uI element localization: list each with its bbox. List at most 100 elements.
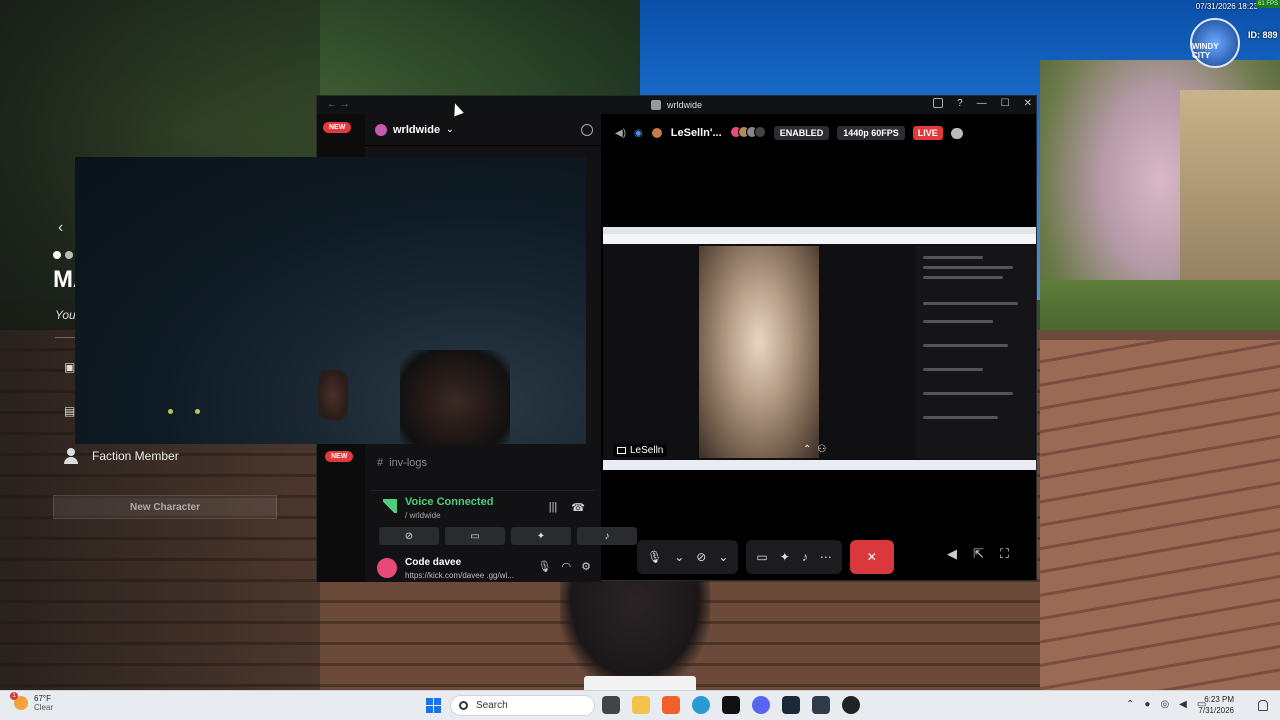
chevron-up-icon[interactable]: ⌃	[1126, 699, 1134, 710]
stream-label-text: LeSelln	[630, 445, 664, 456]
soundboard-button[interactable]: ♪	[577, 527, 637, 545]
brave-icon[interactable]	[662, 696, 680, 714]
clock-date: 7/31/2026	[1198, 706, 1234, 715]
search-placeholder: Search	[476, 700, 508, 711]
server-icon	[375, 123, 387, 136]
search-input[interactable]: Search	[450, 695, 595, 716]
screen-share-button[interactable]: ▭	[445, 527, 505, 545]
globe-icon[interactable]: ◉	[634, 128, 643, 139]
more-icon[interactable]: ⋯	[820, 550, 832, 564]
server-header[interactable]: wrldwide ⌄	[365, 114, 601, 146]
clock-time: 6:23 PM	[1204, 695, 1234, 704]
person-icon	[64, 448, 78, 464]
voice-channel[interactable]: / wrldwide	[405, 511, 441, 520]
add-member-icon[interactable]	[581, 124, 593, 136]
stream-video[interactable]: LeSelln ⌃ ⚇	[603, 227, 1036, 470]
chat-icon[interactable]	[950, 127, 963, 139]
channel-item[interactable]: # inv-logs	[377, 457, 427, 469]
steam-icon[interactable]	[782, 696, 800, 714]
activities-button[interactable]: ✦	[511, 527, 571, 545]
inbox-icon[interactable]	[933, 98, 944, 108]
avatar[interactable]	[377, 558, 397, 578]
noise-suppression-icon[interactable]: |||	[549, 501, 558, 514]
close-icon[interactable]: ✕	[1024, 98, 1032, 109]
weather-widget[interactable]: 1 67°F Clear	[10, 692, 54, 712]
network-icon[interactable]: ◎	[1160, 699, 1169, 710]
viewer-avatars	[729, 125, 766, 141]
building	[1180, 90, 1280, 310]
file-explorer-icon[interactable]	[632, 696, 650, 714]
hash-icon: #	[377, 457, 384, 469]
user-name: Code davee	[405, 557, 462, 568]
title-bar: ← → wrldwide ? — ☐ ✕	[317, 96, 1036, 114]
voice-icon[interactable]: ◀)	[615, 128, 626, 139]
end-call-button[interactable]: ✕	[849, 540, 894, 574]
terminal-icon[interactable]	[812, 696, 830, 714]
notification-bell-icon[interactable]	[1258, 700, 1268, 711]
clock[interactable]: 6:23 PM 7/31/2026	[1198, 694, 1234, 716]
signal-icon	[383, 499, 397, 513]
window-title: wrldwide	[666, 100, 702, 110]
faction-label: Faction Member	[92, 449, 179, 463]
headphones-icon[interactable]: ◠	[562, 560, 572, 573]
screen-icon	[617, 447, 626, 454]
edge-icon[interactable]	[692, 696, 710, 714]
screen-share-icon[interactable]: ▭	[756, 550, 767, 564]
browser-url-bar	[603, 234, 1036, 244]
mic-icon[interactable]: 🎙	[647, 550, 662, 564]
settings-icon[interactable]: ⚙	[581, 560, 591, 573]
mic-icon[interactable]: 🎙	[538, 560, 552, 573]
volume-icon[interactable]: ◀	[947, 546, 957, 562]
id-card-icon: ▣	[64, 360, 76, 374]
disconnect-icon[interactable]: ☎	[571, 501, 585, 514]
weather-temp: 67°F	[34, 694, 51, 703]
enabled-badge[interactable]: ENABLED	[773, 126, 830, 140]
minimize-icon[interactable]: —	[977, 98, 987, 109]
streamer-avatar	[650, 127, 663, 139]
page-dots	[53, 251, 73, 259]
browser-page	[603, 244, 1036, 460]
task-view-icon[interactable]	[602, 696, 620, 714]
volume-tray-icon[interactable]: ◀	[1179, 699, 1187, 710]
members-icon[interactable]: ⚇	[817, 444, 826, 455]
weather-badge: 1	[10, 692, 18, 700]
nav-arrows-icon[interactable]: ← →	[327, 99, 350, 110]
server-logo: WINDY CITY	[1190, 18, 1240, 68]
chevron-up-icon[interactable]: ⌃	[803, 444, 811, 455]
wooden-deck-right	[1040, 340, 1280, 690]
chevron-down-icon[interactable]: ⌄	[718, 550, 728, 564]
help-icon[interactable]: ?	[957, 98, 963, 109]
activities-icon[interactable]: ✦	[780, 550, 790, 564]
video-player	[699, 246, 819, 458]
fullscreen-icon[interactable]: ⛶	[1000, 546, 1009, 562]
camera-off-button[interactable]: ⊘	[379, 527, 439, 545]
camera-off-icon[interactable]: ⊘	[696, 550, 706, 564]
user-status: https://kick.com/davee .gg/wi...	[405, 571, 514, 580]
discord-taskbar-icon[interactable]	[752, 696, 770, 714]
mic-tray-icon[interactable]: ●	[1144, 699, 1150, 710]
search-icon	[459, 701, 468, 710]
new-badge: NEW	[323, 122, 352, 133]
discord-icon	[650, 100, 661, 110]
maximize-icon[interactable]: ☐	[1001, 98, 1010, 109]
stream-taskbar	[603, 460, 1036, 470]
start-icon[interactable]	[426, 698, 441, 713]
streamer-name[interactable]: LeSelln'...	[671, 127, 722, 139]
back-arrow-icon[interactable]: ‹	[58, 219, 63, 237]
capcut-icon[interactable]	[722, 696, 740, 714]
briefcase-icon: ▤	[64, 404, 76, 418]
chevron-down-icon[interactable]: ⌄	[674, 550, 684, 564]
fivem-icon[interactable]	[842, 696, 860, 714]
weather-desc: Clear	[34, 703, 54, 712]
popout-icon[interactable]: ⇱	[973, 546, 984, 562]
soundboard-icon[interactable]: ♪	[802, 550, 808, 564]
user-panel: Code davee https://kick.com/davee .gg/wi…	[371, 554, 595, 582]
voice-status[interactable]: Voice Connected	[405, 496, 493, 508]
taskbar-apps	[602, 696, 860, 714]
quality-badge[interactable]: 1440p 60FPS	[837, 126, 905, 140]
live-badge: LIVE	[912, 126, 943, 140]
voice-panel: Voice Connected / wrldwide ||| ☎ ⊘ ▭ ✦ ♪	[371, 490, 637, 550]
system-tray: ⌃ ● ◎ ◀ ▭	[1126, 699, 1206, 710]
mic-group: 🎙 ⌄ ⊘ ⌄	[637, 540, 739, 574]
new-character-button[interactable]: New Character	[53, 495, 277, 519]
